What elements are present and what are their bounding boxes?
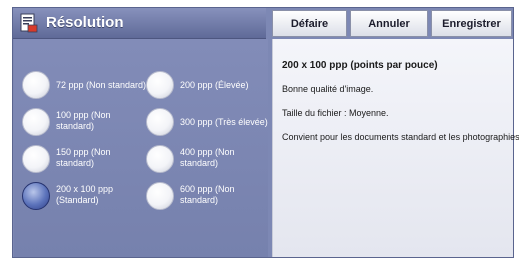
option-600-ppp[interactable]: 600 ppp (Non standard) — [146, 182, 264, 212]
resolution-options-panel: 72 ppp (Non standard) 100 ppp (Non stand… — [14, 39, 268, 257]
save-button[interactable]: Enregistrer — [431, 10, 512, 37]
radio-button[interactable] — [146, 108, 174, 136]
option-72-ppp[interactable]: 72 ppp (Non standard) — [22, 71, 146, 101]
option-200-ppp[interactable]: 200 ppp (Élevée) — [146, 71, 264, 101]
document-scan-icon — [20, 13, 38, 33]
option-label: 600 ppp (Non standard) — [180, 184, 235, 205]
option-100-ppp[interactable]: 100 ppp (Non standard) — [22, 108, 140, 138]
dialog-header: Résolution — [13, 8, 266, 39]
option-300-ppp[interactable]: 300 ppp (Très élevée) — [146, 108, 268, 138]
radio-button[interactable] — [22, 145, 50, 173]
file-size-text: Taille du fichier : Moyenne. — [282, 108, 389, 118]
option-label: 200 x 100 ppp (Standard) — [56, 184, 114, 205]
option-label: 100 ppp (Non standard) — [56, 110, 111, 131]
option-description-panel: 200 x 100 ppp (points par pouce) Bonne q… — [272, 39, 519, 257]
option-label: 400 ppp (Non standard) — [180, 147, 235, 168]
cancel-button[interactable]: Annuler — [350, 10, 428, 37]
option-400-ppp[interactable]: 400 ppp (Non standard) — [146, 145, 264, 175]
radio-button[interactable] — [146, 182, 174, 210]
radio-button[interactable] — [146, 71, 174, 99]
radio-button[interactable] — [146, 145, 174, 173]
option-150-ppp[interactable]: 150 ppp (Non standard) — [22, 145, 140, 175]
page-title: Résolution — [46, 14, 124, 31]
description-title: 200 x 100 ppp (points par pouce) — [282, 60, 438, 71]
radio-button[interactable] — [22, 108, 50, 136]
usage-text: Convient pour les documents standard et … — [282, 132, 519, 142]
radio-button-selected[interactable] — [22, 182, 50, 210]
option-200x100-ppp[interactable]: 200 x 100 ppp (Standard) — [22, 182, 140, 212]
option-label: 150 ppp (Non standard) — [56, 147, 111, 168]
radio-button[interactable] — [22, 71, 50, 99]
undo-button[interactable]: Défaire — [272, 10, 347, 37]
quality-text: Bonne qualité d'image. — [282, 84, 374, 94]
